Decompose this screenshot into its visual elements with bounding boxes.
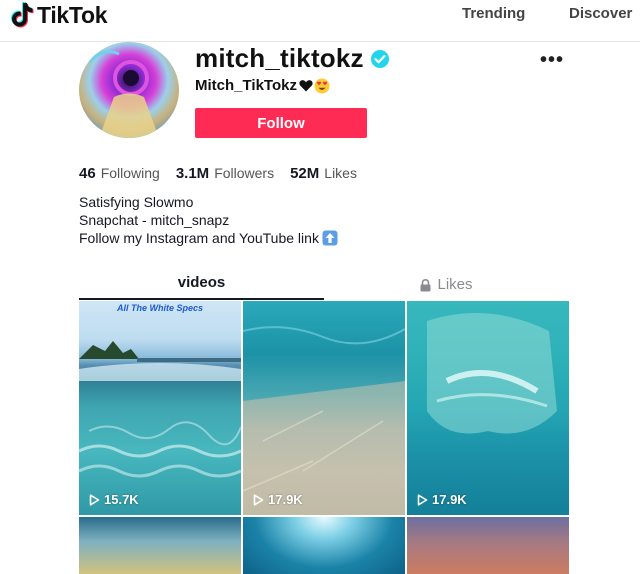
nav-discover-link[interactable]: Discover	[569, 5, 632, 22]
up-arrow-emoji-icon	[322, 230, 338, 246]
video-thumbnail[interactable]: 17.9K	[243, 301, 405, 515]
play-count: 15.7K	[89, 492, 139, 507]
thumbnail-image	[79, 341, 241, 478]
play-icon	[253, 493, 264, 506]
stat-likes: 52M Likes	[290, 165, 357, 182]
nickname-row: Mitch_TikTokz	[195, 77, 330, 94]
avatar	[79, 42, 179, 138]
bio-line: Satisfying Slowmo	[79, 194, 194, 210]
bio-line-with-icon: Follow my Instagram and YouTube link	[79, 229, 338, 247]
likes-count: 52M	[290, 165, 320, 182]
nav-trending-link[interactable]: Trending	[462, 5, 525, 22]
followers-count: 3.1M	[175, 165, 210, 182]
bio: Satisfying Slowmo Snapchat - mitch_snapz…	[79, 193, 338, 247]
play-count: 17.9K	[417, 492, 467, 507]
thumbnail-image	[427, 313, 557, 434]
tab-likes-label: Likes	[437, 276, 473, 293]
video-thumbnail[interactable]: 17.9K	[407, 301, 569, 515]
play-icon	[89, 493, 100, 506]
bio-line: Snapchat - mitch_snapz	[79, 212, 230, 228]
stat-following[interactable]: 46 Following	[79, 165, 160, 182]
profile-tabs: videos Likes	[79, 270, 569, 300]
video-thumbnail[interactable]	[79, 517, 241, 574]
video-thumbnail[interactable]: All The White Specs 15.7K	[79, 301, 241, 515]
tab-videos[interactable]: videos	[79, 270, 324, 300]
tiktok-logo-icon	[11, 2, 34, 28]
follow-button[interactable]: Follow	[195, 108, 367, 138]
video-thumbnail[interactable]	[407, 517, 569, 574]
following-count: 46	[79, 165, 96, 182]
play-count-value: 17.9K	[268, 492, 303, 507]
avatar-image	[79, 42, 179, 138]
followers-label: Followers	[214, 165, 275, 181]
heart-eyes-emoji-icon	[314, 78, 330, 93]
play-icon	[417, 493, 428, 506]
play-count-value: 17.9K	[432, 492, 467, 507]
play-count: 17.9K	[253, 492, 303, 507]
username: mitch_tiktokz	[195, 43, 364, 73]
tiktok-logo[interactable]: TikTok	[10, 0, 108, 30]
lock-icon	[420, 278, 431, 291]
top-navbar: TikTok Trending Discover	[0, 0, 640, 42]
stat-followers[interactable]: 3.1M Followers	[176, 165, 274, 182]
likes-label: Likes	[324, 165, 357, 181]
username-row: mitch_tiktokz	[195, 43, 390, 74]
logo-text: TikTok	[37, 1, 108, 28]
nickname: Mitch_TikTokz	[195, 77, 297, 94]
video-caption: All The White Specs	[116, 303, 203, 313]
verified-badge-icon	[370, 49, 389, 68]
tab-likes[interactable]: Likes	[324, 270, 569, 300]
following-label: Following	[100, 165, 160, 181]
profile-stats: 46 Following 3.1M Followers 52M Likes	[79, 165, 373, 182]
play-count-value: 15.7K	[104, 492, 139, 507]
video-thumbnail[interactable]	[243, 517, 405, 574]
more-options-icon[interactable]: •••	[540, 49, 564, 72]
thumbnail-image	[243, 326, 405, 515]
bio-line-text: Follow my Instagram and YouTube link	[79, 230, 319, 246]
heart-emoji-icon	[299, 80, 313, 92]
